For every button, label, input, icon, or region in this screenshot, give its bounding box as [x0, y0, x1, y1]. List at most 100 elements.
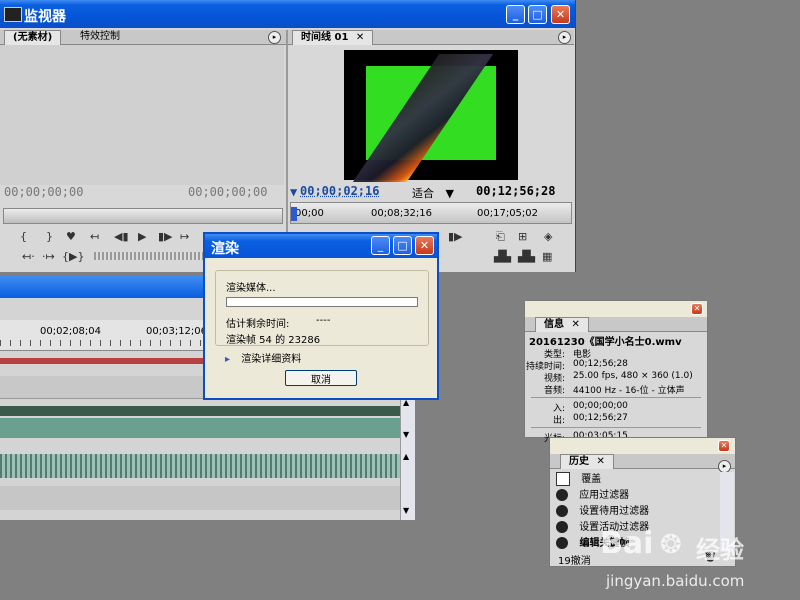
- shuttle-icon[interactable]: ↤·: [22, 250, 35, 263]
- timeline-scrollbar[interactable]: ▲ ▼ ▲ ▼: [400, 396, 415, 520]
- source-tabbar: (无素材) 特效控制 ▸: [0, 30, 286, 45]
- paw-icon: ❂: [660, 530, 682, 560]
- close-button[interactable]: ✕: [691, 303, 703, 315]
- watermark-brand: Bai: [600, 526, 654, 561]
- ruler-label: 00;08;32;16: [371, 208, 433, 219]
- watermark: Bai ❂ 经验 jingyan.baidu.com: [600, 524, 796, 596]
- step-forward-icon[interactable]: ▮▶: [448, 230, 463, 243]
- scroll-up-icon[interactable]: ▲: [403, 452, 409, 461]
- scroll-down-icon[interactable]: ▼: [403, 430, 409, 439]
- program-tabbar: 时间线 01 ✕ ▸: [288, 30, 574, 45]
- step-back-icon[interactable]: ◀▮: [114, 230, 129, 243]
- tab-info-label: 信息: [544, 319, 564, 330]
- info-panel: ✕ 信息 ✕ 20161230《国学小名士0.wmv 类型: 电影 持续时间: …: [524, 300, 708, 444]
- info-value: 44100 Hz - 16-位 - 立体声: [573, 386, 685, 396]
- render-titlebar[interactable]: 渲染 _ □ ✕: [205, 234, 437, 258]
- history-item[interactable]: 应用过滤器: [556, 488, 629, 504]
- info-value: 00;12;56;28: [573, 359, 628, 369]
- overwrite-icon: [556, 472, 570, 486]
- history-item[interactable]: 设置待用过滤器: [556, 504, 649, 520]
- history-item-label: 覆盖: [581, 474, 602, 485]
- details-toggle[interactable]: ▸ 渲染详细资料: [225, 350, 301, 365]
- jog-wheel[interactable]: [94, 252, 204, 260]
- info-divider: [531, 427, 701, 428]
- close-button[interactable]: ✕: [551, 5, 570, 24]
- panel-menu-icon[interactable]: ▸: [558, 31, 571, 44]
- tab-close-icon[interactable]: ✕: [356, 32, 364, 43]
- program-video-frame: [344, 50, 518, 182]
- render-title: 渲染: [211, 241, 239, 257]
- video-clip-1[interactable]: [0, 418, 414, 438]
- render-progress-bar: [226, 297, 418, 307]
- tab-effect-controls[interactable]: 特效控制: [72, 30, 128, 44]
- close-button[interactable]: ✕: [718, 440, 730, 452]
- tab-close-icon[interactable]: ✕: [571, 319, 579, 330]
- play-in-out-icon[interactable]: {▶}: [62, 250, 84, 263]
- extract-icon[interactable]: ⊞: [518, 230, 527, 243]
- tab-close-icon[interactable]: ✕: [596, 456, 604, 467]
- lift-icon[interactable]: ⎗: [496, 230, 505, 244]
- tab-history-label: 历史: [569, 456, 589, 467]
- source-timecode-in[interactable]: 00;00;00;00: [4, 185, 83, 199]
- close-button[interactable]: ✕: [415, 236, 434, 255]
- filter-icon: [556, 505, 568, 517]
- history-item-label: 设置待用过滤器: [579, 506, 650, 517]
- program-duration: 00;12;56;28: [476, 184, 556, 198]
- tab-timeline-01[interactable]: 时间线 01 ✕: [292, 30, 374, 45]
- trim-icon[interactable]: ▟▙: [494, 250, 511, 263]
- step-forward-icon[interactable]: ▮▶: [158, 230, 173, 243]
- marker-icon[interactable]: ♥: [66, 230, 76, 243]
- ruler-label: 00;02;08;04: [40, 326, 102, 337]
- jog-icon[interactable]: ·↦: [42, 250, 55, 263]
- info-label: 出:: [552, 416, 565, 426]
- history-header: ✕: [550, 438, 735, 454]
- mark-in-icon[interactable]: {: [20, 230, 27, 243]
- ruler-label: 00;03;12;06: [146, 326, 208, 337]
- maximize-button[interactable]: □: [528, 5, 547, 24]
- info-value: 25.00 fps, 480 × 360 (1.0): [573, 371, 693, 381]
- details-label: 渲染详细资料: [241, 354, 302, 365]
- tab-history[interactable]: 历史 ✕: [560, 454, 614, 469]
- scroll-down-icon[interactable]: ▼: [403, 506, 409, 515]
- frames-label: 渲染帧 54 的 23286: [226, 335, 321, 346]
- render-dialog: 渲染 _ □ ✕ 渲染媒体... 估计剩余时间: ---- 渲染帧 54 的 2…: [203, 232, 439, 400]
- panel-menu-icon[interactable]: ▸: [268, 31, 281, 44]
- history-item[interactable]: 覆盖: [556, 472, 601, 488]
- output-icon[interactable]: ▦: [542, 250, 552, 263]
- audio-track-2[interactable]: [0, 486, 414, 510]
- fit-dropdown[interactable]: 适合 ▼: [412, 185, 454, 201]
- goto-in-icon[interactable]: ↤: [90, 230, 99, 243]
- info-header: ✕: [525, 301, 707, 317]
- expand-arrow-icon: ▸: [225, 354, 231, 365]
- source-viewer: [0, 45, 284, 185]
- ruler-label: 00;00: [295, 208, 324, 219]
- cancel-button[interactable]: 取消: [285, 370, 357, 386]
- history-tabbar: 历史 ✕ ▸: [550, 454, 735, 473]
- render-group-box: 渲染媒体... 估计剩余时间: ---- 渲染帧 54 的 23286: [215, 270, 429, 346]
- maximize-button[interactable]: □: [393, 236, 412, 255]
- playhead-icon[interactable]: [291, 207, 297, 221]
- info-label: 音频:: [543, 386, 565, 396]
- play-icon[interactable]: ▶: [138, 230, 146, 243]
- monitor-titlebar[interactable]: 监视器 _ □ ✕: [0, 0, 575, 28]
- source-scrub-bar[interactable]: [3, 208, 283, 224]
- program-timecode[interactable]: 00;00;02;16: [300, 184, 379, 198]
- tab-no-clip[interactable]: (无素材): [4, 30, 62, 45]
- info-filename: 20161230《国学小名士0.wmv: [529, 337, 682, 348]
- mark-out-icon[interactable]: }: [46, 230, 53, 243]
- audio-track-1[interactable]: [0, 454, 414, 478]
- program-transport: ▮▶ ⎗ ⊞ ◈ ▟▙ ▟▙ ▦: [434, 228, 570, 268]
- program-ruler[interactable]: 00;00 00;08;32;16 00;17;05;02: [290, 202, 572, 224]
- undo-count: 19撤消: [558, 556, 591, 567]
- source-timecode-out: 00;00;00;00: [188, 185, 268, 199]
- safe-margins-icon[interactable]: ▟▙: [518, 250, 535, 263]
- info-value: 00;00;00;00: [573, 401, 628, 411]
- tab-info[interactable]: 信息 ✕: [535, 317, 589, 332]
- minimize-button[interactable]: _: [506, 5, 525, 24]
- export-frame-icon[interactable]: ◈: [544, 230, 552, 243]
- info-tabbar: 信息 ✕: [525, 317, 707, 332]
- ruler-label: 00;17;05;02: [477, 208, 539, 219]
- video-track-1[interactable]: [0, 406, 414, 416]
- minimize-button[interactable]: _: [371, 236, 390, 255]
- goto-out-icon[interactable]: ↦: [180, 230, 189, 243]
